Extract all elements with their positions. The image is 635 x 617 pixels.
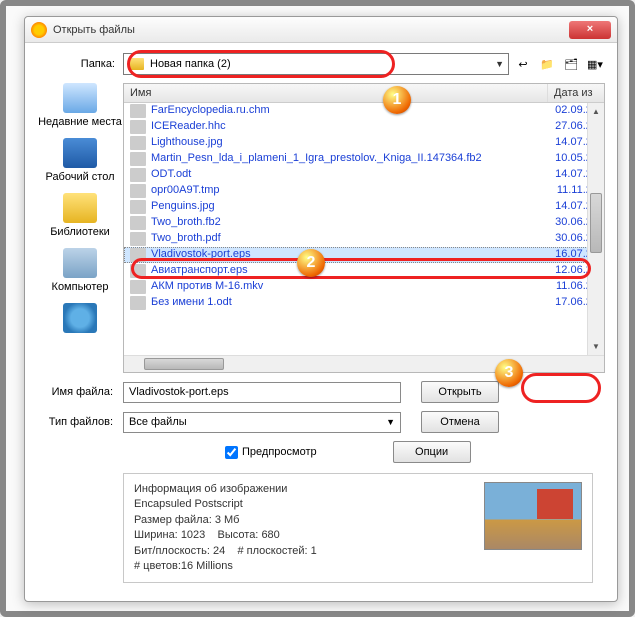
folder-label: Папка: xyxy=(37,58,123,70)
file-icon xyxy=(130,248,146,262)
file-row[interactable]: ICEReader.hhc27.06.20 xyxy=(124,119,604,135)
filetype-label: Тип файлов: xyxy=(37,416,123,428)
file-row[interactable]: Авиатранспорт.eps12.06.20 xyxy=(124,263,604,279)
chevron-down-icon: ▼ xyxy=(495,59,504,69)
file-list: Имя Дата из FarEncyclopedia.ru.chm02.09.… xyxy=(123,83,605,373)
file-icon xyxy=(130,168,146,182)
network-icon xyxy=(63,303,97,333)
file-name: Vladivostok-port.eps xyxy=(151,248,548,262)
filetype-value: Все файлы xyxy=(129,416,187,428)
folder-value: Новая папка (2) xyxy=(150,58,231,70)
titlebar: Открыть файлы × xyxy=(25,17,617,43)
close-button[interactable]: × xyxy=(569,21,611,39)
image-info-panel: Информация об изображении Encapsuled Pos… xyxy=(123,473,593,583)
file-name: Авиатранспорт.eps xyxy=(151,264,548,278)
info-title: Информация об изображении xyxy=(134,482,484,497)
place-libraries[interactable]: Библиотеки xyxy=(37,193,123,238)
preview-thumbnail xyxy=(484,482,582,550)
file-row[interactable]: Без имени 1.odt17.06.20 xyxy=(124,295,604,311)
scroll-up-icon[interactable]: ▲ xyxy=(588,103,604,120)
file-icon xyxy=(130,104,146,118)
file-row[interactable]: АКМ против М-16.mkv11.06.20 xyxy=(124,279,604,295)
chevron-down-icon: ▼ xyxy=(386,417,395,427)
new-folder-icon[interactable]: 🗂 xyxy=(561,54,581,74)
file-icon xyxy=(130,152,146,166)
file-row[interactable]: opr00A9T.tmp11.11.20 xyxy=(124,183,604,199)
info-format: Encapsuled Postscript xyxy=(134,497,484,512)
file-name: FarEncyclopedia.ru.chm xyxy=(151,104,548,118)
folder-dropdown[interactable]: Новая папка (2) ▼ xyxy=(123,53,509,75)
place-desktop[interactable]: Рабочий стол xyxy=(37,138,123,183)
places-bar: Недавние места Рабочий стол Библиотеки К… xyxy=(37,83,123,373)
file-row[interactable]: Lighthouse.jpg14.07.20 xyxy=(124,135,604,151)
file-name: Two_broth.fb2 xyxy=(151,216,548,230)
file-name: Без имени 1.odt xyxy=(151,296,548,310)
filename-input[interactable] xyxy=(123,382,401,403)
file-row[interactable]: Vladivostok-port.eps16.07.20 xyxy=(124,247,604,263)
file-icon xyxy=(130,296,146,310)
recent-icon xyxy=(63,83,97,113)
filename-label: Имя файла: xyxy=(37,386,123,398)
preview-label: Предпросмотр xyxy=(242,446,317,458)
vertical-scrollbar[interactable]: ▲ ▼ xyxy=(587,103,604,355)
file-row[interactable]: ODT.odt14.07.20 xyxy=(124,167,604,183)
filetype-combo[interactable]: Все файлы ▼ xyxy=(123,412,401,433)
file-name: Two_broth.pdf xyxy=(151,232,548,246)
file-name: Lighthouse.jpg xyxy=(151,136,548,150)
horizontal-scrollbar[interactable] xyxy=(124,355,604,372)
file-icon xyxy=(130,280,146,294)
views-icon[interactable]: ▦▾ xyxy=(585,54,605,74)
file-name: АКМ против М-16.mkv xyxy=(151,280,548,294)
window-title: Открыть файлы xyxy=(53,24,569,36)
cancel-button[interactable]: Отмена xyxy=(421,411,499,433)
file-row[interactable]: Two_broth.pdf30.06.20 xyxy=(124,231,604,247)
open-file-dialog: Открыть файлы × Папка: Новая папка (2) ▼… xyxy=(24,16,618,602)
scroll-thumb[interactable] xyxy=(590,193,602,253)
options-button[interactable]: Опции xyxy=(393,441,471,463)
list-header[interactable]: Имя Дата из xyxy=(124,84,604,103)
preview-checkbox[interactable] xyxy=(225,446,238,459)
folder-icon xyxy=(128,58,144,70)
library-icon xyxy=(63,193,97,223)
place-recent[interactable]: Недавние места xyxy=(37,83,123,128)
file-name: opr00A9T.tmp xyxy=(151,184,548,198)
file-icon xyxy=(130,136,146,150)
up-folder-icon[interactable]: 📁 xyxy=(537,54,557,74)
place-network[interactable] xyxy=(37,303,123,336)
back-icon[interactable]: ↩ xyxy=(513,54,533,74)
place-computer[interactable]: Компьютер xyxy=(37,248,123,293)
file-name: ODT.odt xyxy=(151,168,548,182)
file-icon xyxy=(130,120,146,134)
hscroll-thumb[interactable] xyxy=(144,358,224,370)
file-row[interactable]: Martin_Pesn_lda_i_plameni_1_Igra_prestol… xyxy=(124,151,604,167)
scroll-down-icon[interactable]: ▼ xyxy=(588,338,604,355)
file-row[interactable]: Penguins.jpg14.07.20 xyxy=(124,199,604,215)
file-row[interactable]: FarEncyclopedia.ru.chm02.09.20 xyxy=(124,103,604,119)
file-name: Penguins.jpg xyxy=(151,200,548,214)
col-name[interactable]: Имя xyxy=(124,84,548,102)
desktop-icon xyxy=(63,138,97,168)
file-name: Martin_Pesn_lda_i_plameni_1_Igra_prestol… xyxy=(151,152,548,166)
file-icon xyxy=(130,200,146,214)
file-name: ICEReader.hhc xyxy=(151,120,548,134)
file-icon xyxy=(130,184,146,198)
open-button[interactable]: Открыть xyxy=(421,381,499,403)
app-icon xyxy=(31,22,47,38)
file-icon xyxy=(130,264,146,278)
file-icon xyxy=(130,232,146,246)
computer-icon xyxy=(63,248,97,278)
file-icon xyxy=(130,216,146,230)
col-date[interactable]: Дата из xyxy=(548,84,604,102)
file-row[interactable]: Two_broth.fb230.06.20 xyxy=(124,215,604,231)
